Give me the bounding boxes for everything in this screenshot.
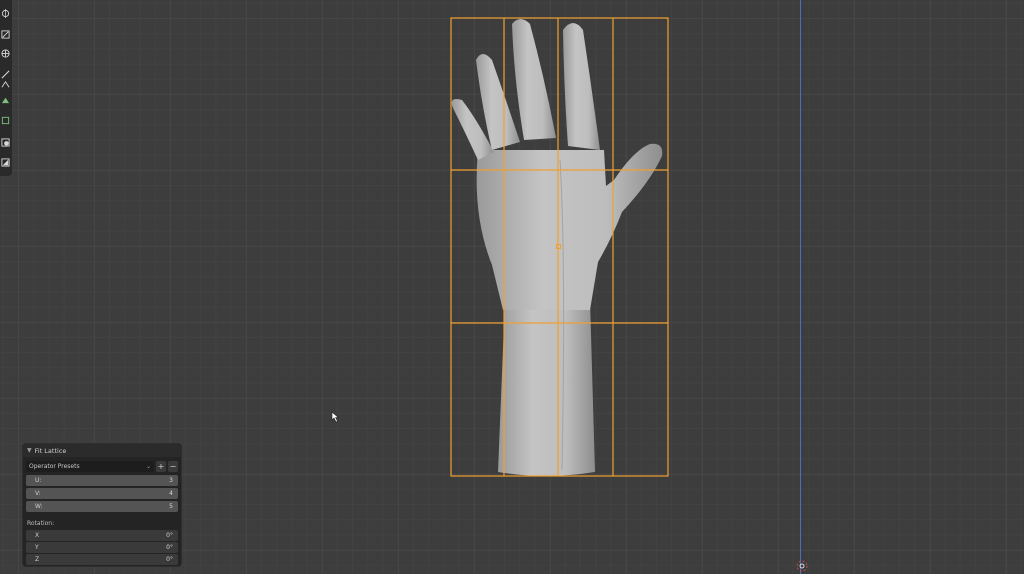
u-label: U: bbox=[35, 477, 42, 484]
rotation-y-field[interactable]: Y 0° bbox=[26, 542, 178, 553]
presets-label: Operator Presets bbox=[29, 463, 80, 470]
u-value: 3 bbox=[169, 477, 173, 484]
add-preset-button[interactable]: + bbox=[156, 461, 166, 472]
remove-preset-button[interactable]: − bbox=[168, 461, 178, 472]
rotation-label: Rotation: bbox=[27, 520, 55, 527]
w-value: 5 bbox=[169, 503, 173, 510]
mouse-cursor-icon bbox=[331, 411, 340, 423]
preset-row: Operator Presets ⌄ + − bbox=[26, 461, 178, 472]
v-value: 4 bbox=[169, 490, 173, 497]
chevron-down-icon: ⌄ bbox=[145, 463, 151, 470]
w-label: W: bbox=[35, 503, 43, 510]
v-label: V: bbox=[35, 490, 41, 497]
rotation-z-field[interactable]: Z 0° bbox=[26, 554, 178, 565]
collapse-triangle-icon[interactable]: ▼ bbox=[27, 447, 32, 454]
fit-lattice-panel: ▼ Fit Lattice Operator Presets ⌄ + − U: … bbox=[22, 443, 182, 567]
w-field[interactable]: W: 5 bbox=[26, 501, 178, 512]
v-field[interactable]: V: 4 bbox=[26, 488, 178, 499]
operator-presets-dropdown[interactable]: Operator Presets ⌄ bbox=[26, 461, 154, 472]
panel-title: Fit Lattice bbox=[34, 446, 67, 455]
rotation-x-label: X bbox=[35, 532, 40, 539]
rotation-y-label: Y bbox=[35, 544, 39, 551]
rotation-y-value: 0° bbox=[166, 544, 173, 551]
u-field[interactable]: U: 3 bbox=[26, 475, 178, 486]
origin-gizmo-icon bbox=[796, 560, 808, 572]
rotation-x-field[interactable]: X 0° bbox=[26, 530, 178, 541]
panel-header[interactable]: ▼ Fit Lattice bbox=[23, 444, 181, 457]
rotation-z-label: Z bbox=[35, 556, 40, 563]
rotation-z-value: 0° bbox=[166, 556, 173, 563]
rotation-x-value: 0° bbox=[166, 532, 173, 539]
